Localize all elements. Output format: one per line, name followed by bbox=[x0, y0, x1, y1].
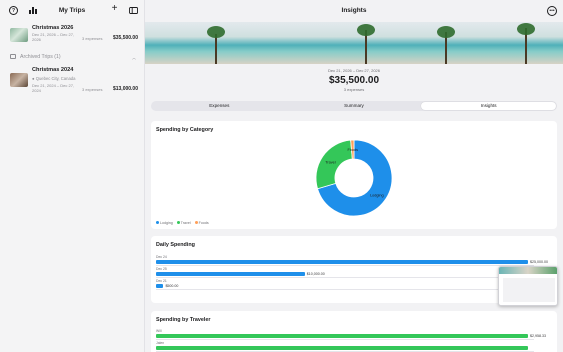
summary-expense-count: 3 expenses bbox=[343, 87, 365, 92]
bar-value-label: $10,000.00 bbox=[306, 272, 325, 276]
trip-summary: Dec 21, 2026 – Dec 27, 2026 $35,500.00 3… bbox=[145, 64, 563, 98]
chevron-up-icon[interactable]: ︿ bbox=[132, 55, 136, 61]
legend-swatch bbox=[156, 221, 159, 224]
palm-tree-icon bbox=[215, 34, 217, 64]
trip-expense-count: 3 expenses bbox=[82, 36, 103, 41]
summary-total: $35,500.00 bbox=[328, 75, 380, 86]
main-toolbar: Insights ••• bbox=[145, 0, 563, 22]
legend-swatch bbox=[194, 221, 198, 224]
page-title: Insights bbox=[341, 7, 367, 14]
trip-total: $35,500.00 bbox=[112, 35, 138, 41]
bar-value-label: $25,000.00 bbox=[530, 260, 548, 264]
bar-gridline bbox=[156, 277, 534, 278]
legend-label: Foods bbox=[198, 221, 209, 225]
traveler-card: Spending by Traveler Will $2,958.33 Jalen bbox=[151, 311, 557, 352]
bar bbox=[156, 334, 528, 338]
pie-label-foods: Foods bbox=[347, 148, 358, 152]
trip-location: ● Quebec City, Canada bbox=[32, 76, 75, 81]
archived-trips-header[interactable]: Archived Trips (1) bbox=[10, 54, 61, 60]
tab-insights[interactable]: Insights bbox=[421, 102, 557, 110]
bar-value-label: $2,958.33 bbox=[530, 334, 546, 338]
category-donut-chart: Lodging Travel Foods bbox=[315, 139, 393, 217]
summary-dates: Dec 21, 2026 – Dec 27, 2026 bbox=[327, 68, 381, 73]
trip-hero-image bbox=[145, 22, 563, 64]
trip-dates: Dec 21, 2026 – Dec 27, 2026 bbox=[32, 32, 75, 42]
add-trip-icon[interactable]: + bbox=[110, 3, 119, 14]
view-segmented-control: Expenses Summary Insights bbox=[151, 101, 557, 111]
sidebar: ? My Trips + Christmas 2026 Dec 21, 2026… bbox=[0, 0, 145, 352]
trip-row-christmas-2024[interactable]: Christmas 2024 ● Quebec City, Canada Dec… bbox=[0, 66, 145, 96]
more-options-button[interactable]: ••• bbox=[547, 6, 557, 16]
bar-gridline bbox=[156, 289, 534, 290]
trip-location-text: Quebec City, Canada bbox=[35, 76, 76, 81]
archived-trips-label: Archived Trips (1) bbox=[20, 54, 61, 60]
sidebar-toolbar: ? My Trips + bbox=[0, 0, 144, 22]
ellipsis-icon: ••• bbox=[549, 8, 555, 14]
legend-item-lodging: Lodging bbox=[156, 221, 173, 225]
trip-total: $13,000.00 bbox=[112, 86, 138, 92]
bar-category-label: Will bbox=[156, 329, 162, 333]
bar-category-label: Jalen bbox=[156, 341, 165, 345]
trip-dates: Dec 21, 2024 – Dec 27, 2024 bbox=[32, 83, 75, 93]
category-legend: Lodging Travel Foods bbox=[156, 221, 209, 225]
preview-hero bbox=[499, 267, 557, 274]
pie-label-travel: Travel bbox=[325, 160, 336, 164]
traveler-card-title: Spending by Traveler bbox=[156, 317, 211, 323]
trip-name: Christmas 2024 bbox=[32, 67, 74, 73]
trip-expense-count: 3 expenses bbox=[82, 87, 103, 92]
bar bbox=[156, 284, 164, 288]
legend-label: Travel bbox=[180, 221, 191, 225]
trip-thumbnail bbox=[10, 28, 28, 42]
legend-item-foods: Foods bbox=[194, 221, 209, 225]
legend-item-travel: Travel bbox=[176, 221, 191, 225]
legend-swatch bbox=[176, 221, 180, 224]
daily-spending-title: Daily Spending bbox=[156, 242, 195, 248]
palm-frond-icon bbox=[517, 23, 535, 35]
trip-thumbnail bbox=[10, 73, 28, 87]
sidebar-title: My Trips bbox=[58, 7, 86, 14]
sidebar-toggle-icon[interactable] bbox=[129, 6, 138, 15]
palm-frond-icon bbox=[437, 26, 455, 38]
tab-summary[interactable]: Summary bbox=[287, 102, 422, 110]
tab-expenses[interactable]: Expenses bbox=[152, 102, 287, 110]
bar bbox=[156, 272, 305, 276]
palm-frond-icon bbox=[357, 24, 375, 36]
bar-value-label: $500.00 bbox=[165, 284, 179, 288]
window-preview-thumbnail[interactable] bbox=[498, 266, 558, 306]
bar-gridline bbox=[156, 339, 534, 340]
bar-category-label: Dec 21 bbox=[156, 279, 167, 283]
bar-category-label: Dec 25 bbox=[156, 267, 167, 271]
trip-name: Christmas 2026 bbox=[32, 25, 74, 31]
category-card: Spending by Category Lodging Travel Foods … bbox=[151, 121, 557, 229]
bar bbox=[156, 346, 528, 350]
legend-label: Lodging bbox=[160, 221, 173, 225]
bar bbox=[156, 260, 528, 264]
preview-body bbox=[503, 278, 555, 302]
palm-frond-icon bbox=[207, 26, 225, 38]
daily-spending-card: Daily Spending Dec 24 $25,000.00 Dec 25 $10… bbox=[151, 236, 557, 303]
bar-category-label: Dec 24 bbox=[156, 255, 167, 259]
pie-label-lodging: Lodging bbox=[370, 193, 384, 197]
trip-row-christmas-2026[interactable]: Christmas 2026 Dec 21, 2026 – Dec 27, 20… bbox=[0, 24, 145, 50]
archive-icon bbox=[10, 54, 16, 59]
bar-gridline bbox=[156, 265, 534, 266]
